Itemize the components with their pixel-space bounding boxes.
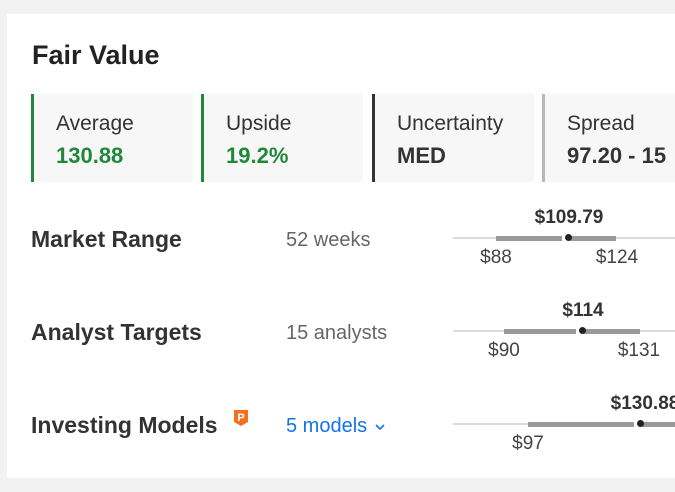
chevron-down-icon[interactable] (375, 422, 385, 432)
range-bar (496, 236, 616, 241)
stat-upside-label: Upside (226, 112, 292, 135)
investing-models-toggle[interactable]: 5 models (286, 415, 385, 438)
stat-upside: Upside 19.2% (201, 94, 363, 182)
investing-models-slider: $130.88 $97 (453, 393, 675, 463)
pro-badge-icon: P (234, 410, 248, 426)
analyst-targets-current: $114 (562, 300, 604, 321)
stat-uncertainty-label: Uncertainty (397, 112, 504, 135)
stat-average-label: Average (56, 112, 134, 135)
market-range-current: $109.79 (534, 207, 604, 228)
range-bar (528, 422, 675, 427)
range-bar (504, 329, 640, 334)
analyst-targets-count: 15 analysts (286, 322, 388, 344)
investing-models-link[interactable]: 5 models (286, 415, 367, 438)
market-range-title: Market Range (31, 226, 182, 252)
svg-text:P: P (237, 412, 244, 424)
market-range-period: 52 weeks (286, 229, 371, 251)
current-price-marker (579, 327, 586, 334)
analyst-targets-title: Analyst Targets (31, 319, 202, 345)
stat-spread-value: 97.20 - 15 (567, 143, 667, 168)
current-price-marker (565, 234, 572, 241)
investing-models-low: $97 (512, 433, 544, 454)
stat-uncertainty: Uncertainty MED (372, 94, 534, 182)
analyst-targets-low: $90 (488, 340, 520, 361)
analyst-targets-high: $131 (617, 340, 661, 361)
stat-uncertainty-value: MED (397, 143, 446, 168)
analyst-targets-slider: $114 $90 $131 (453, 300, 675, 370)
stat-spread: Spread 97.20 - 15 (542, 94, 675, 182)
market-range-high: $124 (595, 247, 639, 268)
investing-models-current: $130.88 (610, 393, 675, 414)
market-range-slider: $109.79 $88 $124 (453, 207, 675, 277)
current-price-marker (637, 420, 644, 427)
stat-upside-value: 19.2% (226, 143, 289, 168)
fair-value-title: Fair Value (32, 40, 160, 70)
market-range-low: $88 (480, 247, 512, 268)
stat-average: Average 130.88 (31, 94, 193, 182)
stat-spread-label: Spread (567, 112, 635, 135)
stat-average-value: 130.88 (56, 143, 124, 168)
investing-models-title: Investing Models (31, 412, 218, 438)
